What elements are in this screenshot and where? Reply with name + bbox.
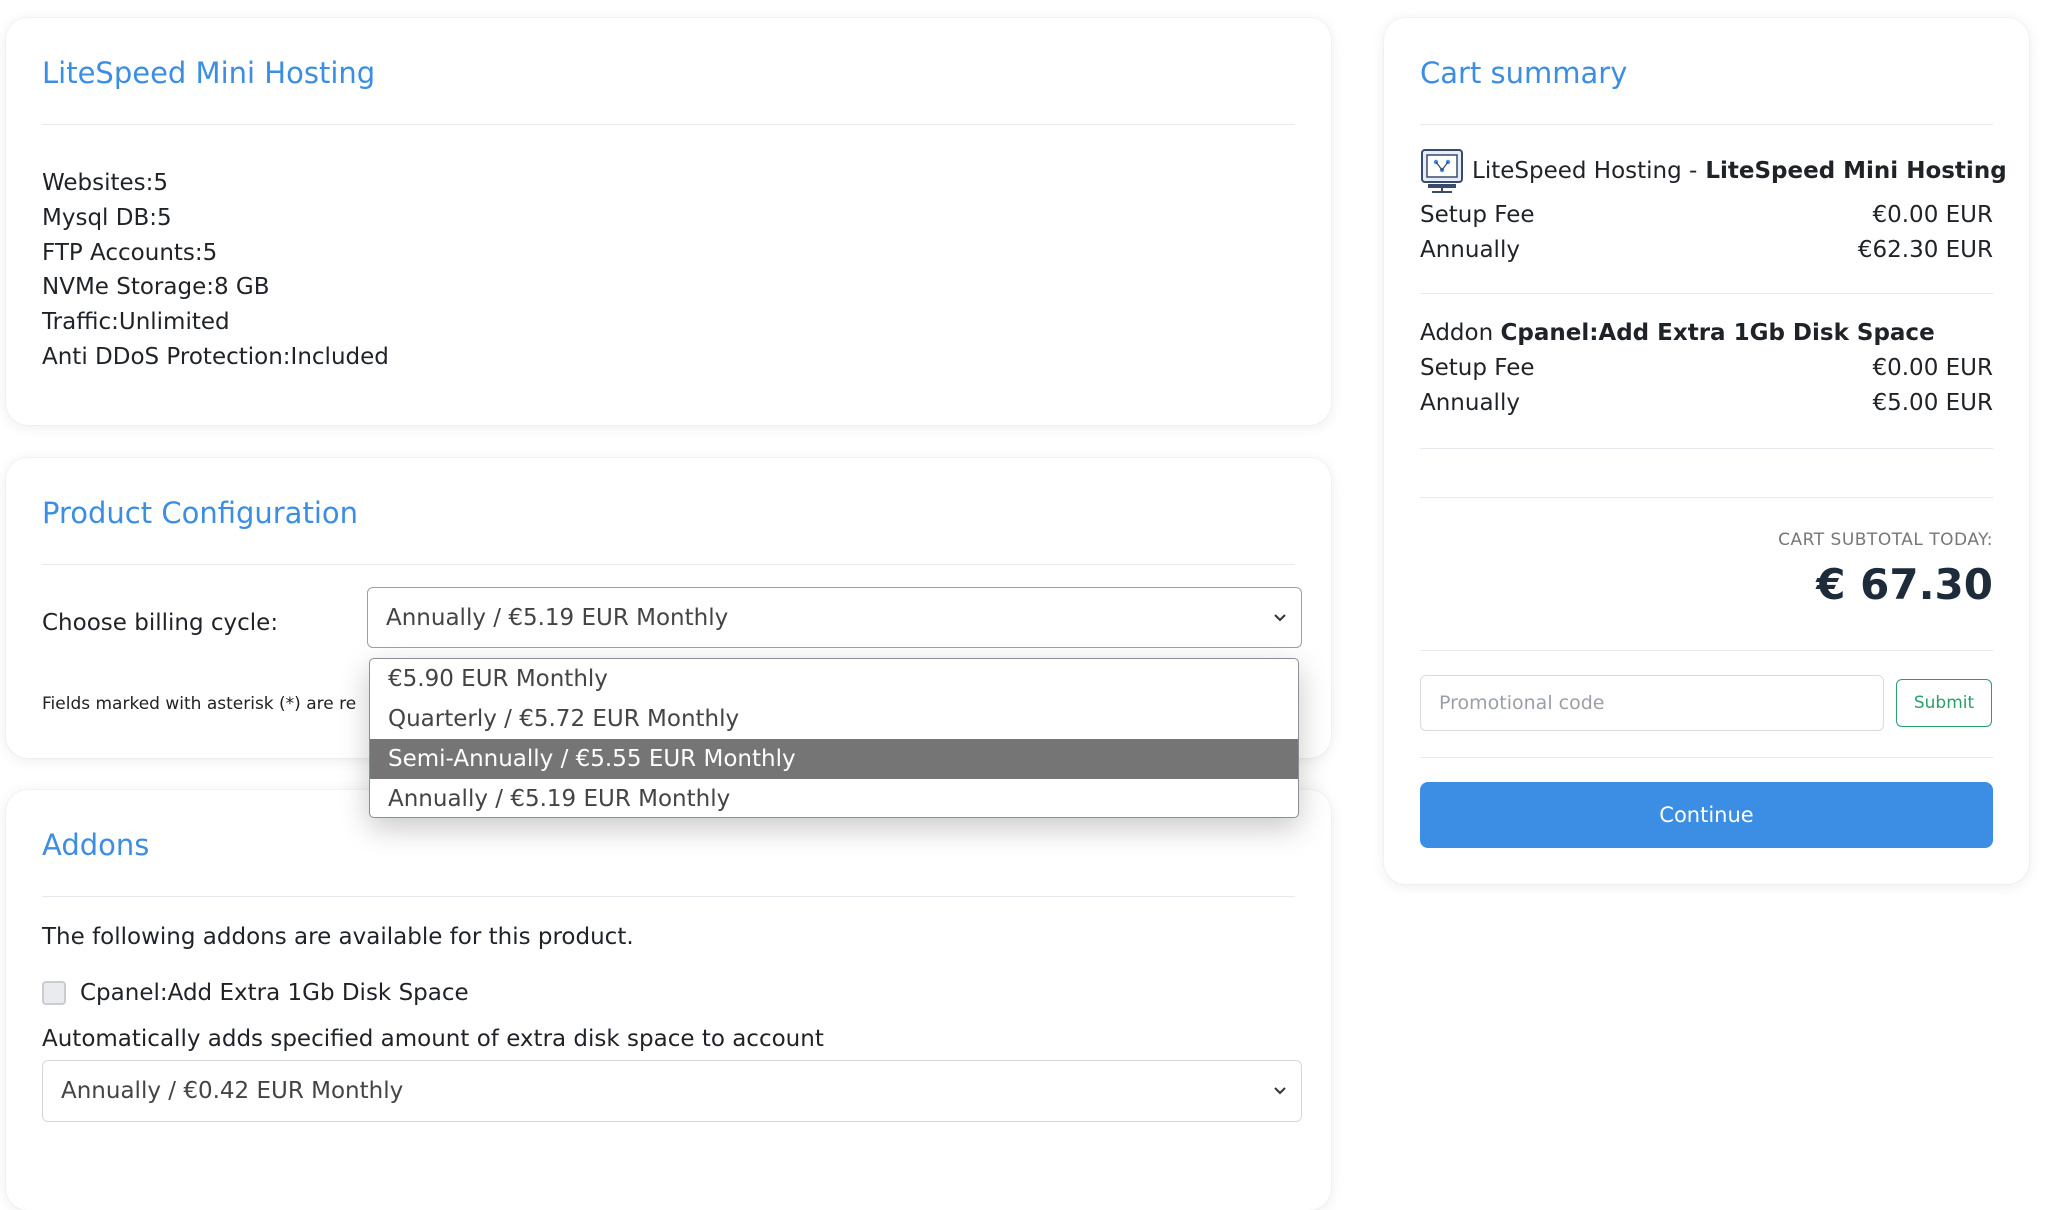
cart-item-group: LiteSpeed Hosting - [1472, 158, 1698, 184]
feature-item: Websites:5 [42, 166, 389, 201]
billing-option[interactable]: Quarterly / €5.72 EUR Monthly [370, 699, 1298, 739]
addons-title: Addons [42, 828, 150, 862]
divider [42, 124, 1295, 125]
addon-billing-selected-value: Annually / €0.42 EUR Monthly [61, 1078, 404, 1104]
cart-addon-heading: Addon Cpanel:Add Extra 1Gb Disk Space [1420, 320, 1935, 346]
feature-label: FTP Accounts: [42, 239, 203, 266]
setup-fee-value: €0.00 EUR [1872, 355, 1993, 381]
addon-name: Cpanel:Add Extra 1Gb Disk Space [80, 980, 469, 1006]
feature-value: Included [290, 343, 389, 370]
cart-addon-name: Cpanel:Add Extra 1Gb Disk Space [1500, 320, 1935, 346]
addon-checkbox[interactable] [42, 981, 66, 1005]
addon-option[interactable]: Cpanel:Add Extra 1Gb Disk Space [42, 980, 469, 1006]
divider [1420, 650, 1993, 651]
product-details-card: LiteSpeed Mini Hosting Websites:5 Mysql … [6, 18, 1331, 425]
addon-description: Automatically adds specified amount of e… [42, 1026, 824, 1052]
billing-cycle-label: Choose billing cycle: [42, 610, 279, 636]
feature-item: Anti DDoS Protection:Included [42, 340, 389, 375]
setup-fee-label: Setup Fee [1420, 202, 1535, 228]
feature-label: Websites: [42, 170, 154, 196]
billing-option-highlighted[interactable]: Semi-Annually / €5.55 EUR Monthly [370, 739, 1298, 779]
promo-code-input[interactable] [1420, 675, 1884, 731]
feature-item: NVMe Storage:8 GB [42, 270, 389, 305]
chevron-down-icon [1274, 1087, 1286, 1095]
feature-item: Mysql DB:5 [42, 201, 389, 236]
feature-item: FTP Accounts:5 [42, 236, 389, 271]
feature-list: Websites:5 Mysql DB:5 FTP Accounts:5 NVM… [42, 166, 389, 375]
feature-label: Anti DDoS Protection: [42, 343, 291, 370]
divider [42, 564, 1295, 565]
product-title: LiteSpeed Mini Hosting [42, 56, 376, 90]
billing-cycle-dropdown-list: €5.90 EUR Monthly Quarterly / €5.72 EUR … [369, 658, 1299, 818]
cycle-value: €62.30 EUR [1857, 237, 1993, 263]
cart-title: Cart summary [1420, 56, 1628, 90]
feature-value: Unlimited [118, 309, 230, 336]
setup-fee-value: €0.00 EUR [1872, 202, 1993, 228]
cart-addon-setup-row: Setup Fee €0.00 EUR [1420, 355, 1993, 381]
subtotal-value: € 67.30 [1816, 560, 1993, 609]
configuration-title: Product Configuration [42, 496, 358, 530]
addon-prefix: Addon [1420, 320, 1501, 346]
promo-submit-button[interactable]: Submit [1896, 679, 1992, 727]
divider [1420, 293, 1993, 294]
divider [42, 896, 1295, 897]
cart-item-setup-row: Setup Fee €0.00 EUR [1420, 202, 1993, 228]
divider [1420, 497, 1993, 498]
divider [1420, 448, 1993, 449]
feature-value: 8 GB [213, 274, 270, 301]
cart-item-heading: LiteSpeed Hosting - LiteSpeed Mini Hosti… [1420, 148, 2007, 194]
feature-value: 5 [202, 239, 218, 266]
addons-card: Addons The following addons are availabl… [6, 790, 1331, 1210]
feature-label: NVMe Storage: [42, 274, 214, 301]
addon-billing-select[interactable]: Annually / €0.42 EUR Monthly [42, 1060, 1302, 1122]
cycle-label: Annually [1420, 390, 1520, 416]
billing-cycle-selected-value: Annually / €5.19 EUR Monthly [386, 604, 729, 631]
billing-option[interactable]: Annually / €5.19 EUR Monthly [370, 779, 1298, 817]
feature-value: 5 [156, 204, 172, 231]
cycle-value: €5.00 EUR [1872, 390, 1993, 416]
feature-item: Traffic:Unlimited [42, 305, 389, 340]
server-icon [1421, 149, 1463, 193]
cart-item-name: LiteSpeed Mini Hosting [1705, 158, 2007, 184]
feature-label: Traffic: [42, 309, 119, 336]
required-fields-note: Fields marked with asterisk (*) are re [42, 694, 357, 714]
divider [1420, 757, 1993, 758]
cart-item-cycle-row: Annually €62.30 EUR [1420, 237, 1993, 263]
feature-value: 5 [153, 170, 169, 196]
cycle-label: Annually [1420, 237, 1520, 263]
feature-label: Mysql DB: [42, 204, 157, 231]
cart-addon-cycle-row: Annually €5.00 EUR [1420, 390, 1993, 416]
subtotal-label: CART SUBTOTAL TODAY: [1778, 530, 1993, 550]
cart-summary-card: Cart summary LiteSpeed Hosting - LiteSpe… [1384, 18, 2029, 884]
setup-fee-label: Setup Fee [1420, 355, 1535, 381]
billing-cycle-select[interactable]: Annually / €5.19 EUR Monthly [367, 587, 1302, 648]
billing-option[interactable]: €5.90 EUR Monthly [370, 659, 1298, 699]
divider [1420, 124, 1993, 125]
addons-intro-text: The following addons are available for t… [42, 924, 634, 950]
continue-button[interactable]: Continue [1420, 782, 1993, 848]
chevron-down-icon [1274, 613, 1286, 621]
